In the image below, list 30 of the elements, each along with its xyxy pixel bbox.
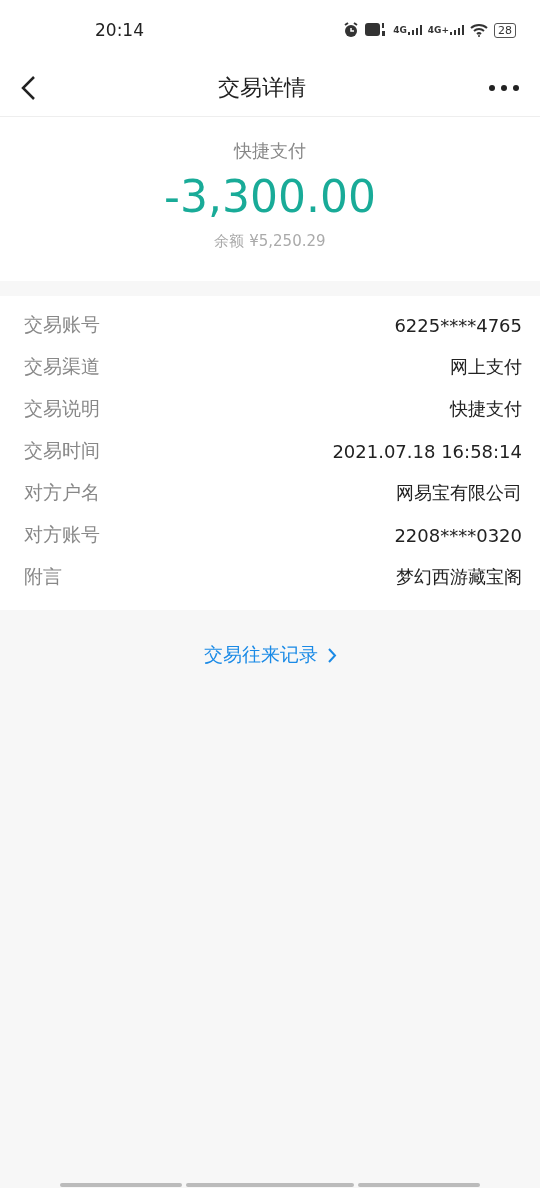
detail-label: 交易渠道 [24, 354, 100, 379]
detail-value: 快捷支付 [450, 397, 522, 421]
records-link[interactable]: 交易往来记录 [203, 642, 337, 668]
signal-icon [450, 25, 464, 35]
detail-label: 交易时间 [24, 438, 100, 463]
detail-value: 网易宝有限公司 [396, 481, 522, 505]
detail-label: 对方账号 [24, 522, 100, 547]
wifi-icon [470, 23, 488, 37]
detail-value: 6225****4765 [394, 314, 522, 336]
signal-icon [407, 25, 422, 35]
detail-value: 2021.07.18 16:58:14 [332, 440, 522, 462]
balance: 余额 ¥5,250.29 [214, 232, 326, 251]
network-label: 4G+ [427, 25, 449, 35]
back-icon[interactable] [20, 75, 36, 101]
detail-value: 梦幻西游藏宝阁 [396, 565, 522, 589]
page-title: 交易详情 [218, 74, 306, 102]
payment-type: 快捷支付 [234, 139, 306, 163]
battery-level: 28 [494, 22, 516, 38]
network-label: 4G [393, 25, 407, 35]
detail-value: 2208****0320 [394, 524, 522, 546]
detail-label: 交易账号 [24, 312, 100, 337]
chevron-icon [327, 647, 337, 663]
detail-value: 网上支付 [450, 355, 522, 379]
detail-label: 对方户名 [24, 480, 100, 505]
amount: -3,300.00 [164, 171, 376, 222]
status-time: 20:14 [95, 20, 144, 40]
detail-label: 交易说明 [24, 396, 100, 421]
detail-label: 附言 [24, 564, 62, 589]
alarm-icon [343, 22, 360, 38]
more-icon[interactable] [488, 84, 520, 92]
